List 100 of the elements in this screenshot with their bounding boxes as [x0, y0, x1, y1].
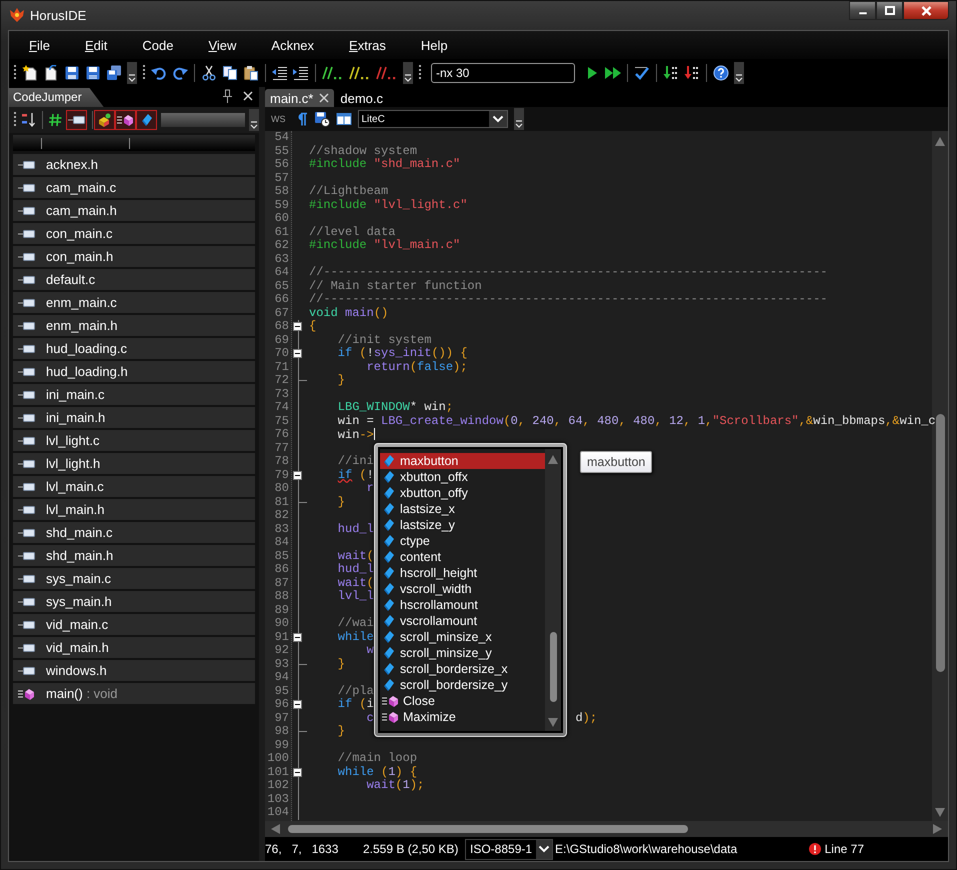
minimize-button[interactable] [849, 1, 876, 20]
suggestion-item[interactable]: scroll_minsize_y [380, 645, 545, 661]
file-filter-button[interactable] [66, 110, 87, 130]
fold-button[interactable] [293, 470, 302, 480]
list-item[interactable]: shd_main.h [13, 545, 255, 566]
maximize-button[interactable] [876, 1, 903, 20]
suggestion-item[interactable]: scroll_bordersize_x [380, 661, 545, 677]
list-item[interactable]: lvl_main.h [13, 499, 255, 520]
scroll-up-arrow[interactable] [935, 137, 945, 146]
fold-button[interactable] [293, 322, 302, 332]
arrow-down-icon[interactable] [663, 65, 679, 81]
fold-button[interactable] [293, 768, 302, 777]
close-button[interactable] [903, 1, 949, 20]
scroll-up-arrow[interactable] [548, 455, 558, 464]
menu-item[interactable]: File [29, 38, 50, 52]
list-item[interactable]: sys_main.c [13, 568, 255, 589]
list-item[interactable]: enm_main.c [13, 292, 255, 313]
fold-button[interactable] [293, 700, 302, 710]
tab-close-icon[interactable] [319, 93, 330, 103]
list-item[interactable]: enm_main.h [13, 315, 255, 336]
toolbar-grip[interactable] [142, 64, 146, 82]
field-filter-button[interactable] [136, 110, 157, 130]
menu-item[interactable]: Extras [349, 38, 386, 52]
suggestion-item[interactable]: lastsize_x [380, 501, 545, 517]
indent-icon[interactable] [293, 65, 309, 81]
scissors-icon[interactable] [201, 65, 217, 81]
pin-icon[interactable] [221, 89, 233, 103]
help-icon[interactable] [713, 65, 729, 81]
hash-icon[interactable] [48, 113, 62, 127]
list-item[interactable]: cam_main.c [13, 177, 255, 198]
menu-item[interactable]: Edit [84, 38, 108, 52]
suggestion-item[interactable]: hscrollamount [380, 597, 545, 613]
toolbar-grip[interactable] [13, 111, 17, 129]
comment-icon[interactable] [322, 66, 344, 80]
toolbar-overflow-icon[interactable] [734, 62, 744, 84]
list-item[interactable]: ini_main.h [13, 407, 255, 428]
whitespace-button[interactable]: WS [269, 114, 288, 124]
menu-item[interactable]: Acknex [271, 38, 314, 52]
dropdown-button[interactable] [536, 840, 552, 858]
scrollbar-thumb[interactable] [550, 632, 556, 702]
scrollbar-thumb[interactable] [936, 414, 944, 672]
list-item[interactable]: acknex.h [13, 154, 255, 175]
list-item[interactable]: default.c [13, 269, 255, 290]
comment-icon[interactable] [349, 66, 371, 80]
list-item[interactable]: con_main.c [13, 223, 255, 244]
copy-icon[interactable] [222, 65, 238, 81]
suggestion-item[interactable]: vscroll_width [380, 581, 545, 597]
list-item[interactable]: lvl_light.c [13, 430, 255, 451]
horizontal-scrollbar[interactable] [265, 821, 948, 837]
scrollbar-thumb[interactable] [288, 825, 688, 833]
suggestion-item[interactable]: ctype [380, 533, 545, 549]
list-item[interactable]: ini_main.c [13, 384, 255, 405]
redo-icon[interactable] [172, 65, 188, 81]
arrow-down-icon[interactable] [684, 65, 700, 81]
list-item[interactable]: main() : void [13, 683, 255, 704]
command-field[interactable]: -nx 30 [431, 63, 575, 83]
file-tab[interactable]: main.c* [265, 89, 334, 107]
suggestion-item[interactable]: xbutton_offx [380, 469, 545, 485]
suggestion-item[interactable]: Close [380, 693, 545, 709]
toolbar-overflow-icon[interactable] [403, 62, 413, 84]
popup-scrollbar[interactable] [545, 449, 561, 731]
suggestion-item[interactable]: scroll_bordersize_y [380, 677, 545, 693]
class-filter-button[interactable] [94, 110, 115, 130]
menu-item[interactable]: View [208, 38, 236, 52]
page-arrow-icon[interactable] [43, 65, 59, 81]
save-as-icon[interactable] [85, 65, 101, 81]
undo-icon[interactable] [151, 65, 167, 81]
toolbar-overflow-icon[interactable] [127, 62, 137, 84]
suggestion-item[interactable]: scroll_minsize_x [380, 629, 545, 645]
suggestion-item[interactable]: xbutton_offy [380, 485, 545, 501]
fold-button[interactable] [293, 349, 302, 358]
toolbar-overflow-icon[interactable] [249, 109, 259, 131]
suggestion-item[interactable]: content [380, 549, 545, 565]
language-dropdown[interactable]: LiteC [358, 110, 508, 128]
sort-icon[interactable] [21, 112, 37, 128]
close-icon[interactable] [243, 91, 253, 101]
list-item[interactable]: vid_main.h [13, 637, 255, 658]
toolbar-grip[interactable] [418, 64, 422, 82]
list-item[interactable]: shd_main.c [13, 522, 255, 543]
fold-button[interactable] [293, 632, 302, 642]
save-all-icon[interactable] [106, 65, 122, 81]
suggestion-item[interactable]: lastsize_y [380, 517, 545, 533]
save-clock-icon[interactable] [314, 111, 330, 127]
suggestion-item[interactable]: vscrollamount [380, 613, 545, 629]
list-item[interactable]: hud_loading.c [13, 338, 255, 359]
toolbar-grip[interactable] [13, 64, 17, 82]
encoding-dropdown[interactable]: ISO-8859-1 [465, 838, 554, 860]
suggestion-item[interactable]: Maximize [380, 709, 545, 725]
scroll-down-arrow[interactable] [548, 718, 558, 727]
toolbar-overflow-icon[interactable] [514, 108, 524, 130]
list-item[interactable]: cam_main.h [13, 200, 255, 221]
fast-forward-icon[interactable] [605, 65, 621, 81]
paste-icon[interactable] [243, 65, 259, 81]
list-item[interactable]: lvl_light.h [13, 453, 255, 474]
list-item[interactable]: sys_main.h [13, 591, 255, 612]
list-item[interactable]: con_main.h [13, 246, 255, 267]
save-icon[interactable] [64, 65, 80, 81]
method-filter-button[interactable] [115, 110, 136, 130]
list-item[interactable]: vid_main.c [13, 614, 255, 635]
menu-item[interactable]: Help [420, 38, 448, 52]
